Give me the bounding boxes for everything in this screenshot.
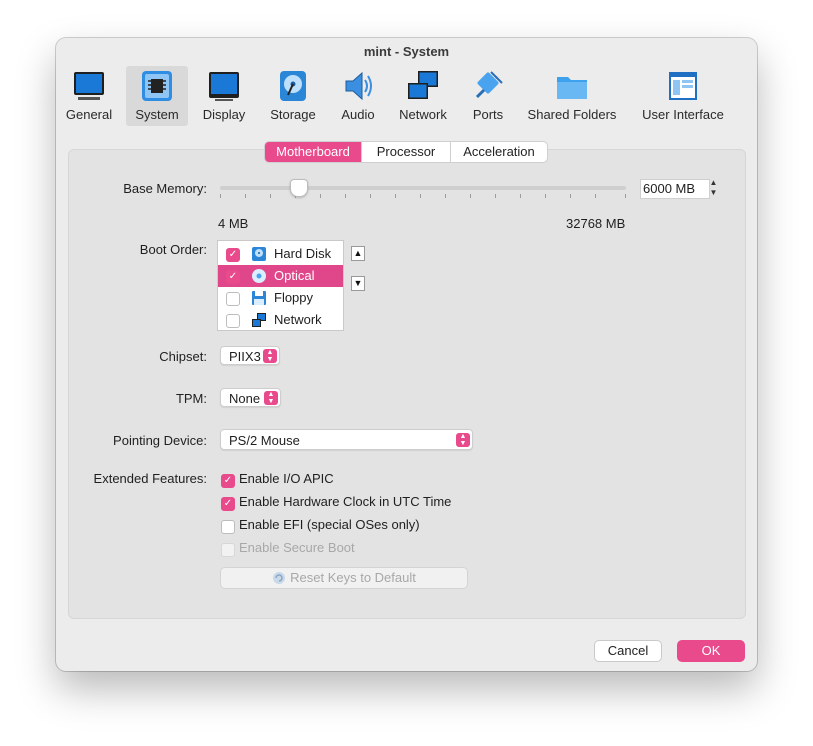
stepper-down-icon[interactable]: ▼ (707, 188, 720, 198)
optical-disc-icon (252, 269, 266, 283)
toolbar-user-interface[interactable]: User Interface (634, 66, 732, 126)
motherboard-panel (68, 149, 746, 619)
toolbar-general[interactable]: General (64, 66, 114, 126)
chipset-label: Chipset: (159, 349, 207, 364)
boot-network-checkbox[interactable] (226, 314, 240, 328)
boot-item-hard-disk[interactable]: ✓ Hard Disk (218, 243, 343, 265)
slider-tick (220, 194, 221, 198)
enable-io-apic-checkbox[interactable]: ✓ (221, 474, 235, 488)
boot-order-label: Boot Order: (139, 242, 207, 257)
move-down-button[interactable]: ▼ (351, 276, 365, 291)
chevron-updown-icon: ▲ ▼ (263, 349, 277, 363)
tpm-select[interactable]: None ▲ ▼ (220, 388, 281, 407)
toolbar-display[interactable]: Display (198, 66, 250, 126)
slider-tick (495, 194, 496, 198)
toolbar-network[interactable]: Network (392, 66, 454, 126)
slider-tick (520, 194, 521, 198)
slider-tick (595, 194, 596, 198)
slider-tick (395, 194, 396, 198)
memory-max-label: 32768 MB (566, 216, 626, 231)
monitor-icon (74, 72, 104, 100)
slider-tick (270, 194, 271, 198)
base-memory-stepper[interactable]: ▲ ▼ (707, 178, 720, 200)
tab-acceleration[interactable]: Acceleration (451, 142, 547, 162)
boot-floppy-checkbox[interactable] (226, 292, 240, 306)
toolbar-storage[interactable]: Storage (264, 66, 322, 126)
boot-item-network[interactable]: Network (218, 309, 343, 331)
tab-motherboard[interactable]: Motherboard (265, 142, 361, 162)
slider-tick (470, 194, 471, 198)
refresh-icon (273, 572, 286, 584)
window-icon (669, 72, 697, 100)
tab-processor[interactable]: Processor (362, 142, 450, 162)
enable-secure-boot-checkbox (221, 543, 235, 557)
pointing-device-select[interactable]: PS/2 Mouse ▲ ▼ (220, 429, 473, 450)
enable-utc-clock-checkbox[interactable]: ✓ (221, 497, 235, 511)
plug-icon (475, 71, 503, 99)
reset-keys-button: Reset Keys to Default (220, 567, 468, 589)
ok-button[interactable]: OK (677, 640, 745, 662)
slider-tick (320, 194, 321, 198)
hard-disk-icon (252, 247, 266, 261)
tpm-label: TPM: (175, 391, 207, 406)
chevron-updown-icon: ▲ ▼ (264, 391, 278, 405)
stepper-up-icon[interactable]: ▲ (707, 178, 720, 188)
boot-hard-disk-checkbox[interactable]: ✓ (226, 248, 240, 262)
window-title: mint - System (363, 44, 450, 59)
settings-window: mint - System General System Display Sto… (56, 38, 757, 671)
pointing-device-label: Pointing Device: (113, 433, 207, 448)
base-memory-label: Base Memory: (123, 181, 207, 196)
slider-tick (445, 194, 446, 198)
toolbar-ports[interactable]: Ports (466, 66, 510, 126)
chip-icon (142, 71, 172, 101)
slider-tick (420, 194, 421, 198)
toolbar-audio[interactable]: Audio (334, 66, 382, 126)
chevron-updown-icon: ▲ ▼ (456, 433, 470, 447)
boot-item-floppy[interactable]: Floppy (218, 287, 343, 309)
network-icon (408, 71, 438, 99)
boot-optical-checkbox[interactable]: ✓ (226, 270, 240, 284)
cancel-button[interactable]: Cancel (594, 640, 662, 662)
move-up-button[interactable]: ▲ (351, 246, 365, 261)
boot-order-list: ✓ Hard Disk ✓ Optical Floppy Network (217, 240, 344, 331)
toolbar-shared-folders[interactable]: Shared Folders (522, 66, 622, 126)
network-icon (252, 313, 266, 327)
slider-tick (625, 194, 626, 198)
folder-icon (557, 77, 587, 99)
category-toolbar: General System Display Storage Audio Net… (56, 66, 757, 126)
slider-tick (570, 194, 571, 198)
display-icon (209, 72, 239, 101)
tab-bar: Motherboard Processor Acceleration (264, 141, 548, 163)
enable-efi-checkbox[interactable] (221, 520, 235, 534)
slider-tick (245, 194, 246, 198)
toolbar-system[interactable]: System (126, 66, 188, 126)
base-memory-slider-track[interactable] (220, 186, 626, 190)
floppy-icon (252, 291, 266, 305)
base-memory-slider-knob[interactable] (290, 179, 308, 197)
disk-icon (280, 71, 306, 101)
arrow-up-icon: ▲ (353, 248, 363, 258)
extended-features-label: Extended Features: (93, 471, 207, 486)
slider-tick (370, 194, 371, 198)
slider-tick (545, 194, 546, 198)
boot-item-optical[interactable]: ✓ Optical (218, 265, 343, 287)
speaker-icon (345, 71, 372, 101)
arrow-down-icon: ▼ (353, 278, 363, 288)
chipset-select[interactable]: PIIX3 ▲ ▼ (220, 346, 280, 365)
base-memory-field[interactable]: 6000 MB (640, 179, 710, 199)
slider-tick (345, 194, 346, 198)
memory-min-label: 4 MB (218, 216, 249, 231)
